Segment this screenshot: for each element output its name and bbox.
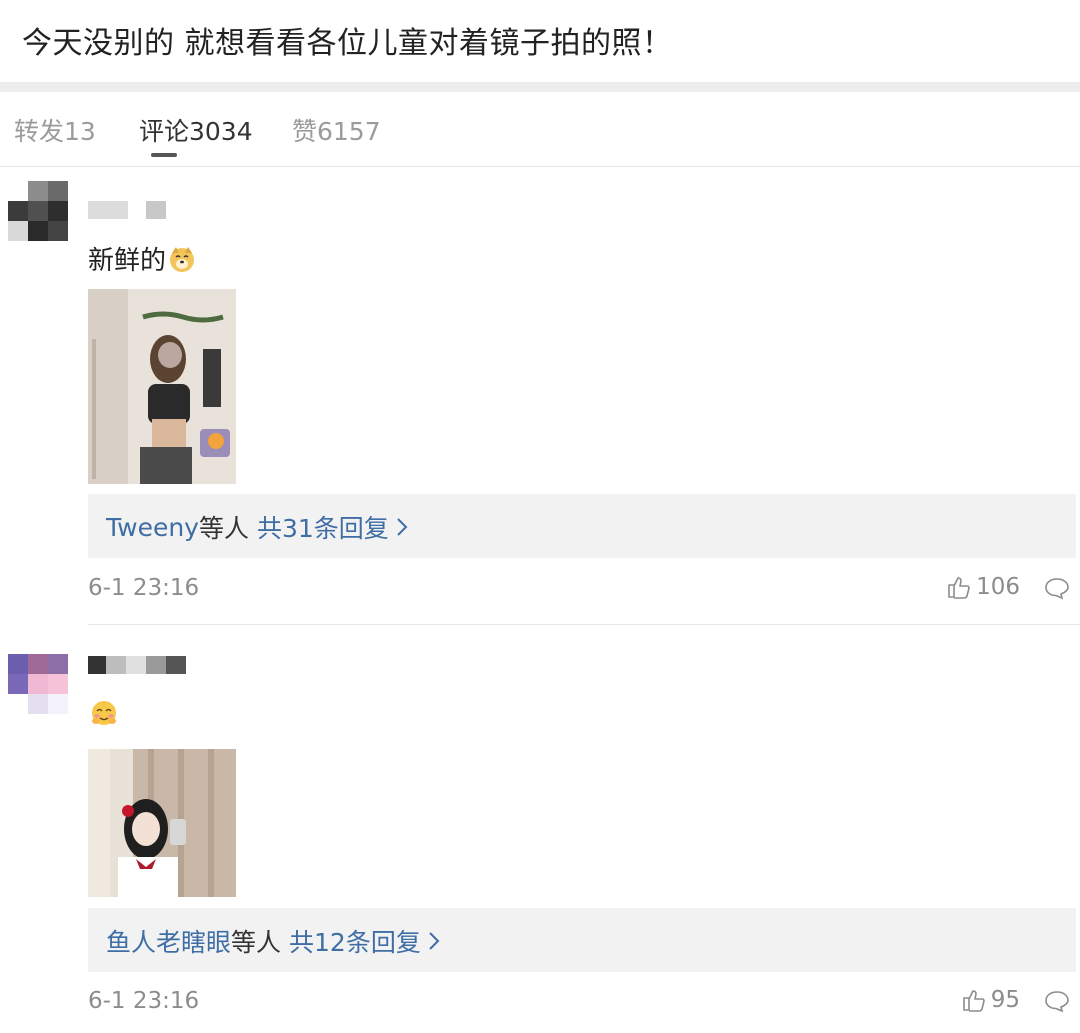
reply-count[interactable]: 共12条回复 bbox=[289, 923, 421, 959]
comment-timestamp: 6-1 23:16 bbox=[88, 988, 200, 1014]
tab-bar: 转发13 评论3034 赞6157 bbox=[0, 92, 1080, 167]
avatar[interactable] bbox=[8, 654, 68, 714]
doge-emoji-icon bbox=[170, 246, 195, 272]
avatar[interactable] bbox=[8, 181, 68, 241]
post-title: 今天没别的 就想看看各位儿童对着镜子拍的照！ bbox=[22, 26, 673, 61]
like-button[interactable]: 106 bbox=[946, 574, 1020, 600]
reply-count[interactable]: 共31条回复 bbox=[257, 509, 389, 545]
comment-photo[interactable] bbox=[88, 289, 236, 484]
chevron-right-icon bbox=[429, 932, 440, 950]
tab-reposts[interactable]: 转发13 bbox=[14, 112, 96, 148]
reply-users-suffix: 等人 bbox=[198, 514, 249, 543]
section-divider bbox=[0, 82, 1080, 92]
reply-comment-icon[interactable] bbox=[1044, 576, 1070, 600]
like-count: 95 bbox=[990, 987, 1020, 1013]
reply-comment-icon[interactable] bbox=[1044, 989, 1070, 1013]
comment-divider bbox=[88, 624, 1080, 625]
blush-emoji-icon bbox=[92, 701, 116, 725]
thumbs-up-icon bbox=[948, 577, 970, 599]
reply-users[interactable]: 鱼人老瞎眼 bbox=[106, 923, 231, 959]
reply-users-suffix: 等人 bbox=[231, 928, 282, 957]
comment-text bbox=[88, 699, 118, 727]
tab-likes[interactable]: 赞6157 bbox=[292, 112, 381, 148]
username-blurred[interactable] bbox=[88, 656, 188, 674]
reply-users[interactable]: Tweeny bbox=[106, 513, 199, 542]
username-blurred[interactable] bbox=[88, 201, 168, 219]
chevron-right-icon bbox=[397, 518, 408, 536]
comment-text: 新鲜的 bbox=[88, 240, 196, 277]
comment-photo[interactable] bbox=[88, 749, 236, 897]
like-button[interactable]: 95 bbox=[961, 987, 1020, 1013]
reply-thread-button[interactable]: 鱼人老瞎眼 等人 共12条回复 bbox=[88, 908, 1076, 972]
tab-comments[interactable]: 评论3034 bbox=[139, 112, 253, 148]
thumbs-up-icon bbox=[962, 990, 985, 1012]
reply-thread-button[interactable]: Tweeny 等人 共31条回复 bbox=[88, 494, 1076, 558]
like-count: 106 bbox=[976, 574, 1020, 600]
comment-text-body: 新鲜的 bbox=[88, 246, 167, 276]
comment-timestamp: 6-1 23:16 bbox=[88, 575, 200, 601]
active-tab-indicator bbox=[151, 153, 177, 157]
